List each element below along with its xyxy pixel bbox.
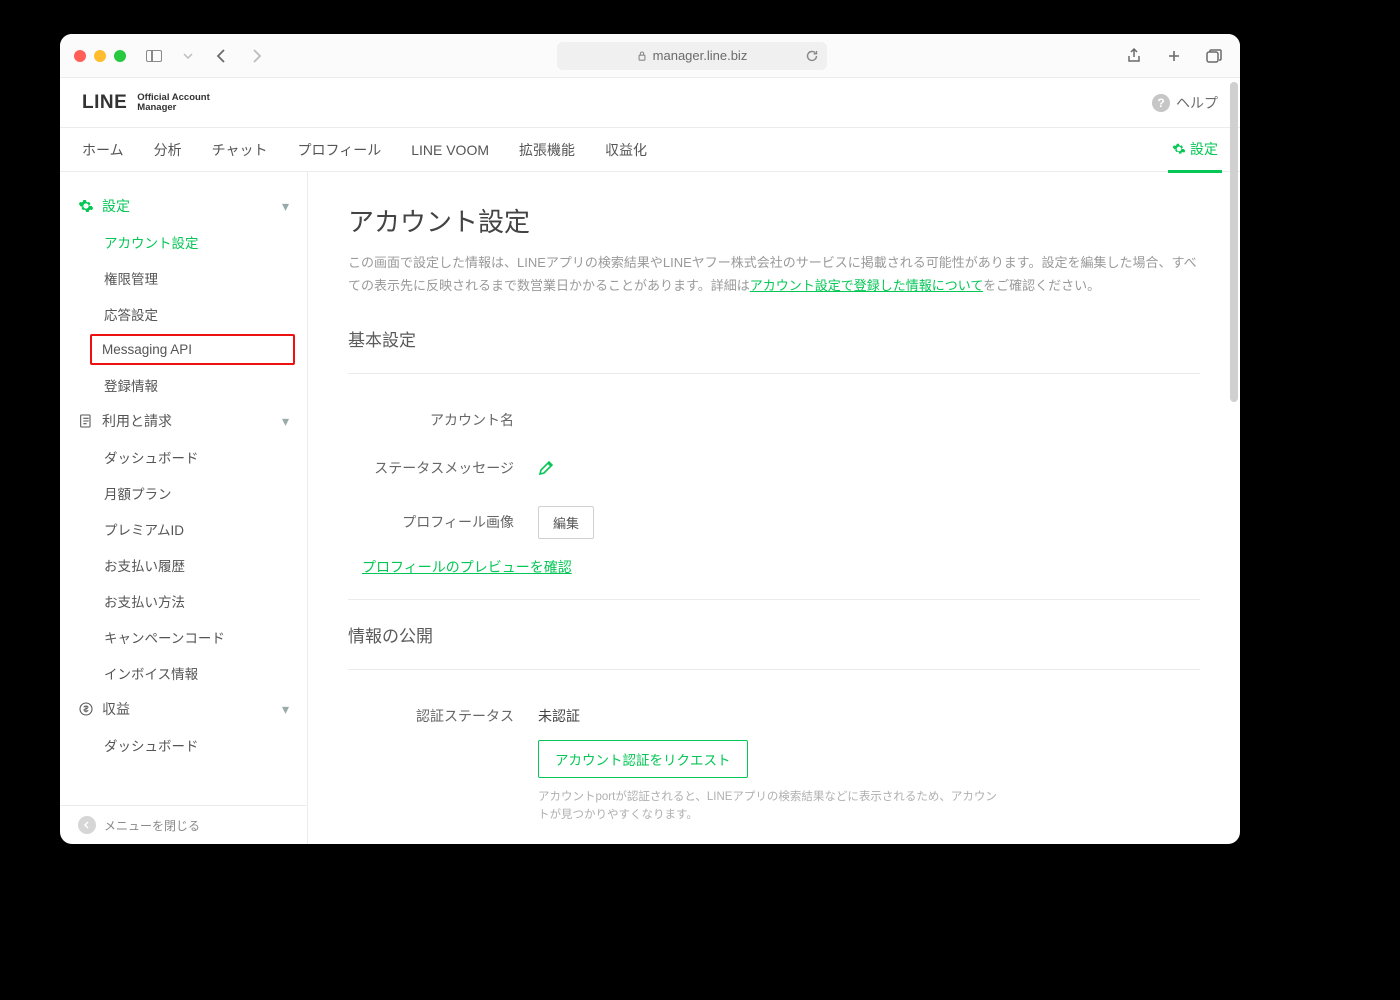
divider bbox=[348, 373, 1200, 374]
chevron-down-icon: ▾ bbox=[282, 413, 289, 430]
page-title: アカウント設定 bbox=[348, 202, 1200, 239]
sidebar-item-campaign-code[interactable]: キャンペーンコード bbox=[60, 619, 307, 655]
chevron-down-icon[interactable] bbox=[176, 51, 200, 61]
chevron-down-icon: ▾ bbox=[282, 198, 289, 215]
help-link[interactable]: ? ヘルプ bbox=[1152, 93, 1218, 113]
help-icon: ? bbox=[1152, 94, 1170, 112]
sidebar-item-invoice-info[interactable]: インボイス情報 bbox=[60, 655, 307, 691]
preview-profile-link[interactable]: プロフィールのプレビューを確認 bbox=[348, 555, 586, 579]
nav-linevoom[interactable]: LINE VOOM bbox=[411, 142, 489, 158]
chevron-left-icon bbox=[78, 816, 96, 834]
request-verification-button[interactable]: アカウント認証をリクエスト bbox=[538, 740, 748, 778]
row-status-message: ステータスメッセージ bbox=[348, 444, 1200, 492]
maximize-window-button[interactable] bbox=[114, 50, 126, 62]
row-account-name: アカウント名 bbox=[348, 396, 1200, 444]
row-verification-status: 認証ステータス 未認証 アカウント認証をリクエスト アカウントportが認証され… bbox=[348, 692, 1200, 839]
sidebar-item-messaging-api[interactable]: Messaging API bbox=[90, 334, 295, 365]
close-window-button[interactable] bbox=[74, 50, 86, 62]
nav-analytics[interactable]: 分析 bbox=[154, 140, 182, 160]
new-tab-icon[interactable] bbox=[1162, 49, 1186, 63]
sidebar-item-monthly-plan[interactable]: 月額プラン bbox=[60, 475, 307, 511]
row-address-map: 住所・地図情報 未設定 bbox=[348, 839, 1200, 844]
nav-chat[interactable]: チャット bbox=[212, 140, 268, 160]
sidebar-group-billing[interactable]: 利用と請求 ▾ bbox=[60, 403, 307, 439]
app-body: 設定 ▾ アカウント設定 権限管理 応答設定 Messaging API 登録情… bbox=[60, 172, 1240, 844]
nav-home[interactable]: ホーム bbox=[82, 140, 124, 160]
sidebar-item-dashboard[interactable]: ダッシュボード bbox=[60, 439, 307, 475]
invoice-icon bbox=[78, 413, 94, 429]
verification-hint: アカウントportが認証されると、LINEアプリの検索結果などに表示されるため、… bbox=[538, 788, 998, 825]
share-icon[interactable] bbox=[1122, 48, 1146, 64]
browser-window: manager.line.biz LINE Official Account M… bbox=[60, 34, 1240, 844]
main-content: アカウント設定 この画面で設定した情報は、LINEアプリの検索結果やLINEヤフ… bbox=[308, 172, 1240, 844]
url-text: manager.line.biz bbox=[653, 48, 748, 63]
logo-sub: Official Account Manager bbox=[137, 93, 210, 113]
scrollbar[interactable] bbox=[1230, 82, 1238, 402]
sidebar-item-payment-history[interactable]: お支払い履歴 bbox=[60, 547, 307, 583]
gear-icon bbox=[78, 198, 94, 214]
gear-icon bbox=[1172, 142, 1186, 156]
sidebar-item-registration[interactable]: 登録情報 bbox=[60, 367, 307, 403]
address-bar[interactable]: manager.line.biz bbox=[557, 42, 826, 70]
browser-toolbar: manager.line.biz bbox=[60, 34, 1240, 78]
sidebar-item-premium-id[interactable]: プレミアムID bbox=[60, 511, 307, 547]
nav-extensions[interactable]: 拡張機能 bbox=[519, 140, 575, 160]
back-button[interactable] bbox=[210, 49, 234, 63]
desc-link[interactable]: アカウント設定で登録した情報について bbox=[750, 278, 983, 293]
sidebar-group-settings[interactable]: 設定 ▾ bbox=[60, 188, 307, 224]
dollar-icon bbox=[78, 701, 94, 717]
edit-profile-image-button[interactable]: 編集 bbox=[538, 506, 594, 539]
row-profile-image: プロフィール画像 編集 bbox=[348, 492, 1200, 553]
sidebar: 設定 ▾ アカウント設定 権限管理 応答設定 Messaging API 登録情… bbox=[60, 172, 308, 844]
logo-main: LINE bbox=[82, 92, 127, 114]
chevron-down-icon: ▾ bbox=[282, 701, 289, 718]
sidebar-item-revenue-dashboard[interactable]: ダッシュボード bbox=[60, 727, 307, 763]
sidebar-collapse[interactable]: メニューを閉じる bbox=[60, 805, 307, 844]
section-basic-title: 基本設定 bbox=[348, 326, 1200, 351]
divider bbox=[348, 599, 1200, 600]
nav-bar: ホーム 分析 チャット プロフィール LINE VOOM 拡張機能 収益化 設定 bbox=[60, 128, 1240, 172]
sidebar-group-revenue[interactable]: 収益 ▾ bbox=[60, 691, 307, 727]
sidebar-toggle-icon[interactable] bbox=[142, 50, 166, 62]
sidebar-item-permissions[interactable]: 権限管理 bbox=[60, 260, 307, 296]
app-header: LINE Official Account Manager ? ヘルプ bbox=[60, 78, 1240, 128]
nav-settings[interactable]: 設定 bbox=[1172, 139, 1218, 161]
page-description: この画面で設定した情報は、LINEアプリの検索結果やLINEヤフー株式会社のサー… bbox=[348, 251, 1200, 298]
minimize-window-button[interactable] bbox=[94, 50, 106, 62]
verification-status-value: 未認証 bbox=[538, 706, 998, 726]
sidebar-item-response[interactable]: 応答設定 bbox=[60, 296, 307, 332]
pencil-icon[interactable] bbox=[538, 460, 554, 476]
tabs-overview-icon[interactable] bbox=[1202, 49, 1226, 63]
traffic-lights bbox=[74, 50, 126, 62]
refresh-icon[interactable] bbox=[805, 49, 819, 63]
forward-button[interactable] bbox=[244, 49, 268, 63]
section-public-title: 情報の公開 bbox=[348, 622, 1200, 647]
divider bbox=[348, 669, 1200, 670]
sidebar-item-payment-method[interactable]: お支払い方法 bbox=[60, 583, 307, 619]
nav-profile[interactable]: プロフィール bbox=[297, 140, 381, 160]
help-label: ヘルプ bbox=[1176, 93, 1218, 113]
sidebar-item-account-settings[interactable]: アカウント設定 bbox=[60, 224, 307, 260]
lock-icon bbox=[637, 51, 647, 61]
nav-monetize[interactable]: 収益化 bbox=[605, 140, 647, 160]
